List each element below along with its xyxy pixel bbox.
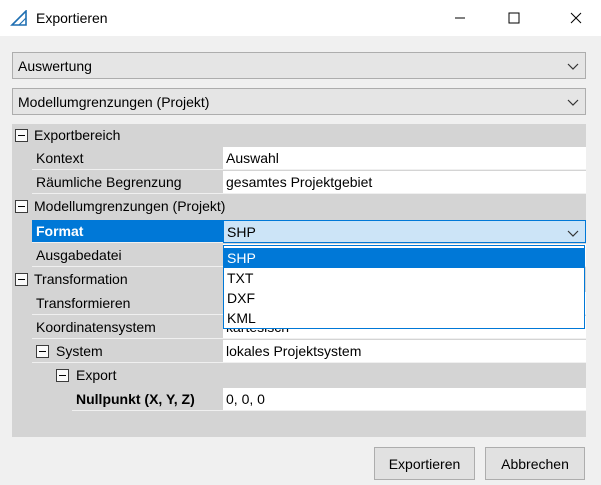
collapse-icon[interactable] <box>36 345 49 358</box>
property-row-format[interactable]: Format SHP <box>12 220 586 243</box>
property-name: Nullpunkt (X, Y, Z) <box>72 388 223 411</box>
chevron-down-icon <box>567 99 579 106</box>
title-bar: Exportieren <box>0 0 601 36</box>
export-type-combo[interactable]: Auswertung <box>12 52 586 79</box>
subcategory-label: Export <box>76 367 117 383</box>
property-value[interactable]: Auswahl <box>223 147 586 170</box>
collapse-icon[interactable] <box>15 200 28 213</box>
collapse-icon[interactable] <box>15 129 28 142</box>
dropdown-option-kml[interactable]: KML <box>224 308 584 328</box>
minimize-icon <box>455 17 465 19</box>
property-name: Transformieren <box>32 292 223 315</box>
property-name: Koordinatensystem <box>32 316 223 339</box>
property-grid-empty-area <box>12 412 586 437</box>
category-label: Modellumgrenzungen (Projekt) <box>34 198 226 214</box>
category-exportbereich[interactable]: Exportbereich <box>12 124 586 147</box>
maximize-button[interactable] <box>491 0 537 36</box>
property-value[interactable]: 0, 0, 0 <box>223 388 586 411</box>
dropdown-option-txt[interactable]: TXT <box>224 268 584 288</box>
cancel-button[interactable]: Abbrechen <box>485 447 585 480</box>
category-modellumgrenzungen[interactable]: Modellumgrenzungen (Projekt) <box>12 195 586 218</box>
category-label: Transformation <box>34 271 128 287</box>
chevron-down-icon <box>567 230 579 237</box>
dropdown-option-shp[interactable]: SHP <box>224 248 584 268</box>
triangle-ruler-icon <box>10 10 27 26</box>
export-object-combo[interactable]: Modellumgrenzungen (Projekt) <box>12 88 586 115</box>
category-label: Exportbereich <box>34 127 121 143</box>
collapse-icon[interactable] <box>56 369 69 382</box>
property-name: System <box>32 340 223 363</box>
chevron-down-icon <box>567 63 579 70</box>
property-row-raeumliche-begrenzung[interactable]: Räumliche Begrenzung gesamtes Projektgeb… <box>12 171 586 194</box>
property-name-selected: Format <box>32 220 223 243</box>
property-row-system[interactable]: System lokales Projektsystem <box>12 340 586 363</box>
property-name: Räumliche Begrenzung <box>32 171 223 194</box>
property-name: Kontext <box>32 147 223 170</box>
export-button[interactable]: Exportieren <box>374 447 475 480</box>
close-icon <box>570 12 582 24</box>
minimize-button[interactable] <box>437 0 483 36</box>
property-value[interactable]: lokales Projektsystem <box>223 340 586 363</box>
property-name: Ausgabedatei <box>32 244 223 267</box>
property-row-kontext[interactable]: Kontext Auswahl <box>12 147 586 170</box>
subcategory-export[interactable]: Export <box>12 364 586 387</box>
collapse-icon[interactable] <box>15 273 28 286</box>
export-object-value: Modellumgrenzungen (Projekt) <box>18 94 210 110</box>
property-value[interactable]: gesamtes Projektgebiet <box>223 171 586 194</box>
format-value-combo[interactable]: SHP <box>223 220 586 243</box>
export-type-value: Auswertung <box>18 58 92 74</box>
maximize-icon <box>508 12 520 24</box>
dropdown-option-dxf[interactable]: DXF <box>224 288 584 308</box>
close-button[interactable] <box>553 0 599 36</box>
property-row-nullpunkt[interactable]: Nullpunkt (X, Y, Z) 0, 0, 0 <box>12 388 586 411</box>
format-dropdown-list: SHP TXT DXF KML <box>223 245 585 329</box>
window-title: Exportieren <box>36 10 108 26</box>
